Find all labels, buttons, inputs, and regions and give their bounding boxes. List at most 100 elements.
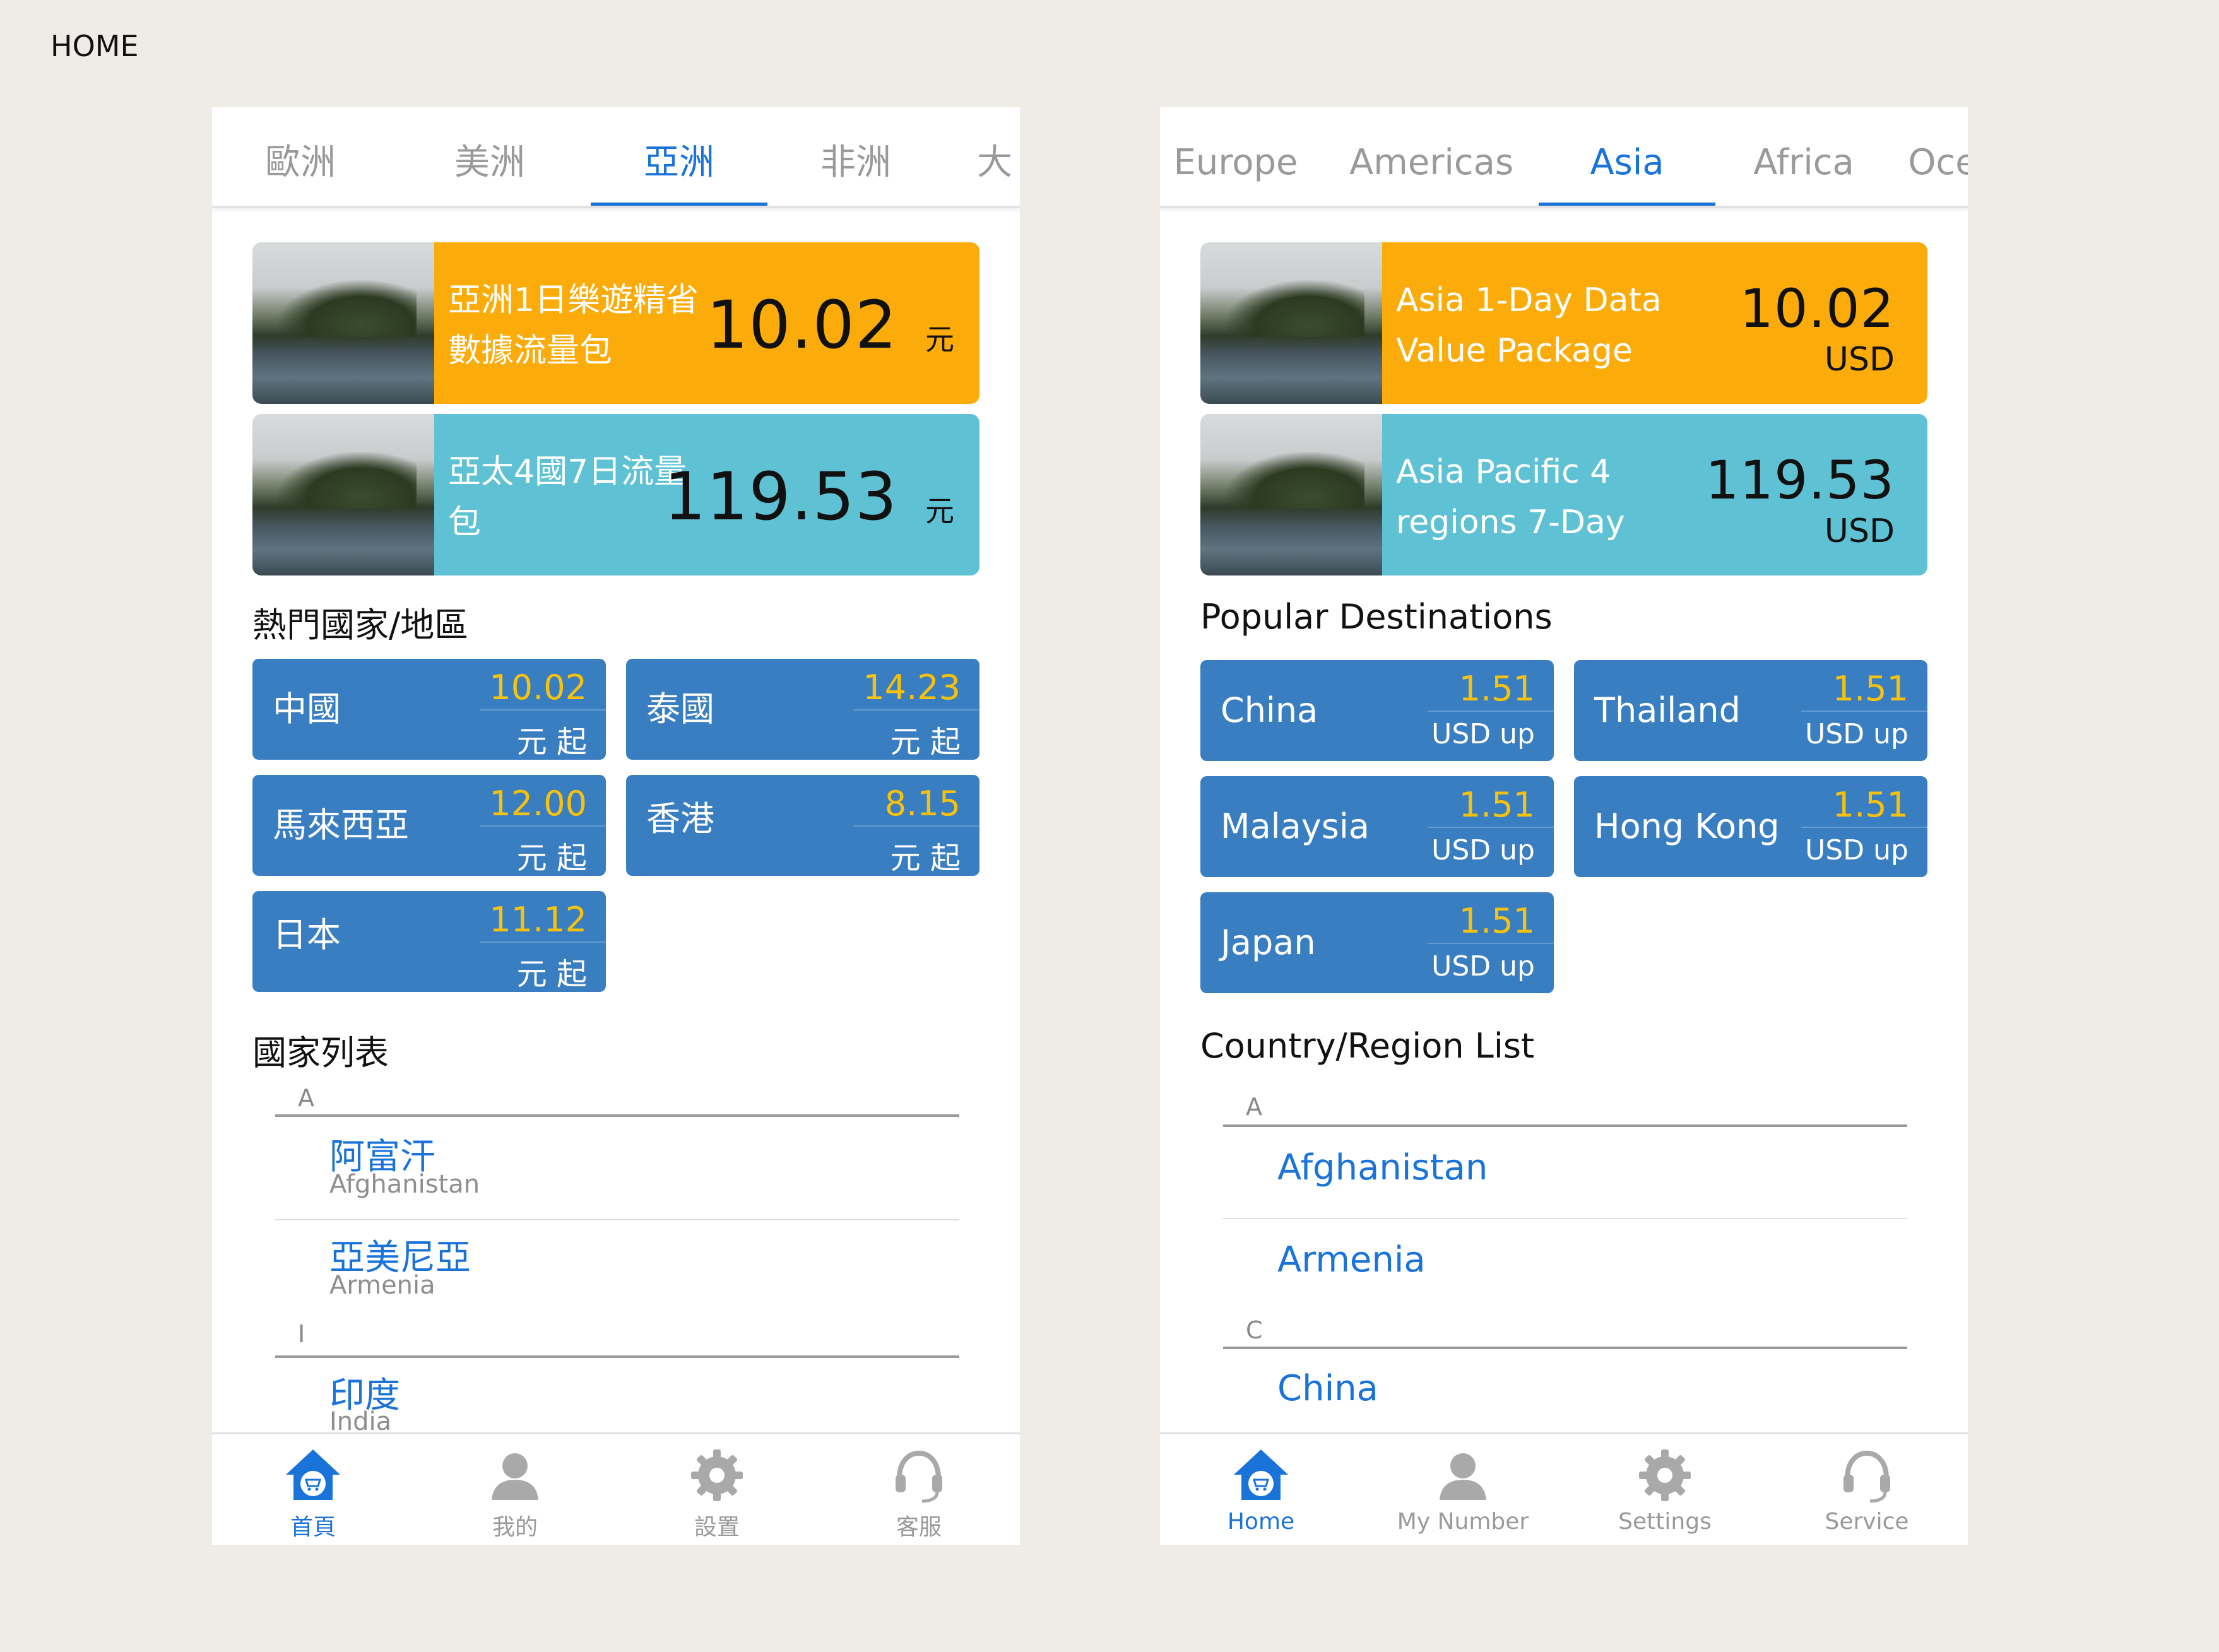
country-name: Thailand: [1594, 690, 1741, 730]
country-name: 中國: [273, 689, 341, 729]
banner-photo: [252, 414, 434, 575]
country-name: Malaysia: [1221, 806, 1370, 846]
nav-home[interactable]: 首頁: [212, 1434, 414, 1545]
nav-my-number[interactable]: My Number: [1362, 1434, 1564, 1545]
list-index-letter: A: [298, 1084, 314, 1112]
promo-banner[interactable]: 亞洲1日樂遊精省數據流量包 10.02 元: [252, 242, 979, 404]
country-price: 1.51: [1459, 785, 1535, 825]
nav-service[interactable]: 客服: [818, 1434, 1020, 1545]
card-divider: [1428, 711, 1554, 712]
banner-unit: 元: [925, 494, 954, 528]
active-tab-indicator: [1539, 203, 1715, 206]
tab-asia[interactable]: 亞洲: [591, 107, 767, 206]
banner-unit: USD: [1824, 341, 1895, 379]
country-price: 12.00: [489, 784, 587, 823]
country-price: 1.51: [1459, 901, 1535, 941]
banner-photo: [252, 242, 434, 404]
nav-my[interactable]: 我的: [414, 1434, 616, 1545]
popular-country-card[interactable]: Japan 1.51 USD up: [1200, 892, 1554, 993]
country-name: 香港: [646, 799, 714, 839]
country-price-unit: USD up: [1431, 950, 1535, 982]
list-section-divider: [275, 1114, 959, 1117]
headset-icon: [896, 1450, 942, 1503]
tab-africa[interactable]: 非洲: [780, 107, 932, 206]
country-list-title: Country/Region List: [1200, 1026, 1535, 1066]
phone-screen-chinese: 歐洲 美洲 亞洲 非洲 大 亞洲1日樂遊精省數據流量包 10.02 元 亞太4國…: [212, 107, 1020, 1545]
banner-price: 10.02: [706, 286, 897, 363]
country-price-unit: USD up: [1805, 834, 1908, 866]
promo-banner[interactable]: Asia Pacific 4 regions 7-Day 119.53 USD: [1200, 414, 1927, 575]
continent-tabs: Europe Americas Asia Africa Oce: [1160, 107, 1968, 208]
promo-banner[interactable]: 亞太4國7日流量包 119.53 元: [252, 414, 979, 575]
active-tab-indicator: [591, 203, 767, 206]
continent-tabs: 歐洲 美洲 亞洲 非洲 大: [212, 107, 1020, 208]
country-price: 10.02: [489, 668, 587, 707]
country-price: 11.12: [489, 900, 587, 940]
nav-home[interactable]: Home: [1160, 1434, 1362, 1545]
banner-package-name: Asia Pacific 4 regions 7-Day: [1396, 453, 1625, 541]
nav-settings[interactable]: Settings: [1564, 1434, 1766, 1545]
popular-country-card[interactable]: 日本 11.12 元 起: [252, 891, 606, 992]
tab-oceania[interactable]: Oce: [1892, 107, 1968, 206]
nav-settings[interactable]: 設置: [616, 1434, 818, 1545]
country-price-unit: 元 起: [516, 841, 587, 876]
country-name: China: [1221, 690, 1318, 730]
popular-section-title: Popular Destinations: [1200, 597, 1553, 637]
country-name: 日本: [273, 915, 341, 955]
tab-africa[interactable]: Africa: [1728, 107, 1879, 206]
list-index-letter: C: [1246, 1316, 1263, 1344]
list-section-divider: [1223, 1347, 1907, 1349]
tab-europe[interactable]: 歐洲: [225, 107, 376, 206]
list-item-divider: [1223, 1218, 1907, 1219]
country-price: 14.23: [863, 668, 961, 707]
list-item-name[interactable]: China: [1277, 1368, 1378, 1409]
popular-country-card[interactable]: 中國 10.02 元 起: [252, 659, 606, 760]
list-item-name[interactable]: Afghanistan: [1277, 1147, 1488, 1188]
popular-country-card[interactable]: 泰國 14.23 元 起: [626, 659, 979, 760]
promo-banner[interactable]: Asia 1-Day Data Value Package 10.02 USD: [1200, 242, 1927, 404]
card-divider: [480, 941, 606, 943]
gear-icon: [1639, 1449, 1691, 1501]
banner-price: 10.02: [1739, 278, 1895, 339]
popular-country-card[interactable]: Thailand 1.51 USD up: [1574, 660, 1927, 761]
nav-label: 設置: [694, 1514, 740, 1540]
country-name: Hong Kong: [1594, 806, 1780, 846]
country-price-unit: 元 起: [890, 724, 961, 760]
country-list-title: 國家列表: [252, 1033, 389, 1073]
nav-label: 首頁: [290, 1514, 336, 1540]
popular-country-card[interactable]: China 1.51 USD up: [1200, 660, 1554, 761]
list-item-divider: [275, 1219, 959, 1220]
popular-country-card[interactable]: 香港 8.15 元 起: [626, 775, 979, 876]
popular-country-card[interactable]: Hong Kong 1.51 USD up: [1574, 776, 1927, 877]
nav-service[interactable]: Service: [1766, 1434, 1968, 1545]
card-divider: [853, 825, 979, 827]
banner-price: 119.53: [664, 458, 897, 535]
card-divider: [480, 709, 606, 711]
user-icon: [492, 1453, 538, 1500]
tab-europe[interactable]: Europe: [1173, 107, 1299, 206]
country-name: 泰國: [646, 689, 714, 729]
tab-oceania[interactable]: 大: [957, 107, 1020, 206]
tab-americas[interactable]: 美洲: [414, 107, 565, 206]
tab-americas[interactable]: Americas: [1349, 107, 1513, 206]
banner-package-name: 亞洲1日樂遊精省數據流量包: [448, 281, 699, 370]
popular-section-title: 熱門國家/地區: [252, 605, 469, 645]
user-icon: [1440, 1453, 1486, 1500]
card-divider: [1428, 827, 1554, 828]
home-cart-icon: [1234, 1449, 1288, 1500]
popular-country-card[interactable]: Malaysia 1.51 USD up: [1200, 776, 1554, 877]
popular-country-card[interactable]: 馬來西亞 12.00 元 起: [252, 775, 606, 876]
country-price: 1.51: [1832, 785, 1908, 825]
tab-asia[interactable]: Asia: [1539, 107, 1715, 206]
banner-unit: 元: [925, 322, 954, 357]
country-name: Japan: [1221, 923, 1316, 962]
country-name: 馬來西亞: [273, 805, 409, 845]
banner-package-name: Asia 1-Day Data Value Package: [1396, 281, 1662, 370]
banner-price: 119.53: [1705, 449, 1895, 511]
banner-photo: [1200, 242, 1382, 404]
home-cart-icon: [286, 1449, 340, 1500]
nav-label: Service: [1825, 1509, 1909, 1535]
list-item-name[interactable]: Armenia: [1277, 1239, 1426, 1280]
card-divider: [1801, 711, 1927, 712]
nav-label: 我的: [492, 1514, 538, 1540]
